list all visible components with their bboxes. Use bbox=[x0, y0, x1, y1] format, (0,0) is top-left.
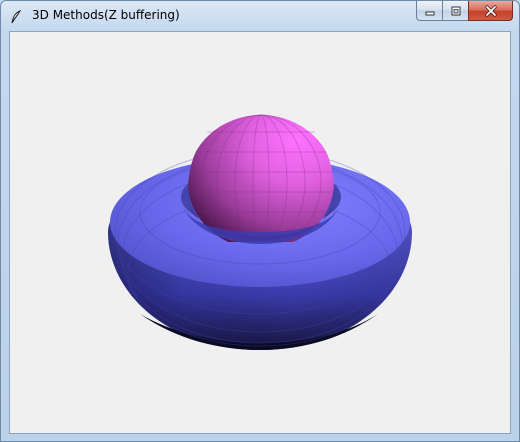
window-title: 3D Methods(Z buffering) bbox=[32, 8, 180, 22]
minimize-icon bbox=[425, 11, 434, 15]
minimize-button[interactable] bbox=[416, 1, 442, 21]
maximize-icon bbox=[451, 6, 460, 15]
canvas-area[interactable] bbox=[9, 31, 511, 434]
title-bar[interactable]: 3D Methods(Z buffering) bbox=[1, 1, 519, 31]
render-canvas bbox=[108, 114, 412, 350]
caption-buttons bbox=[416, 1, 513, 21]
app-window: 3D Methods(Z buffering) bbox=[0, 0, 520, 442]
close-button[interactable] bbox=[468, 1, 513, 21]
close-icon bbox=[484, 4, 497, 17]
feather-icon[interactable] bbox=[10, 9, 22, 24]
maximize-button[interactable] bbox=[442, 1, 468, 21]
